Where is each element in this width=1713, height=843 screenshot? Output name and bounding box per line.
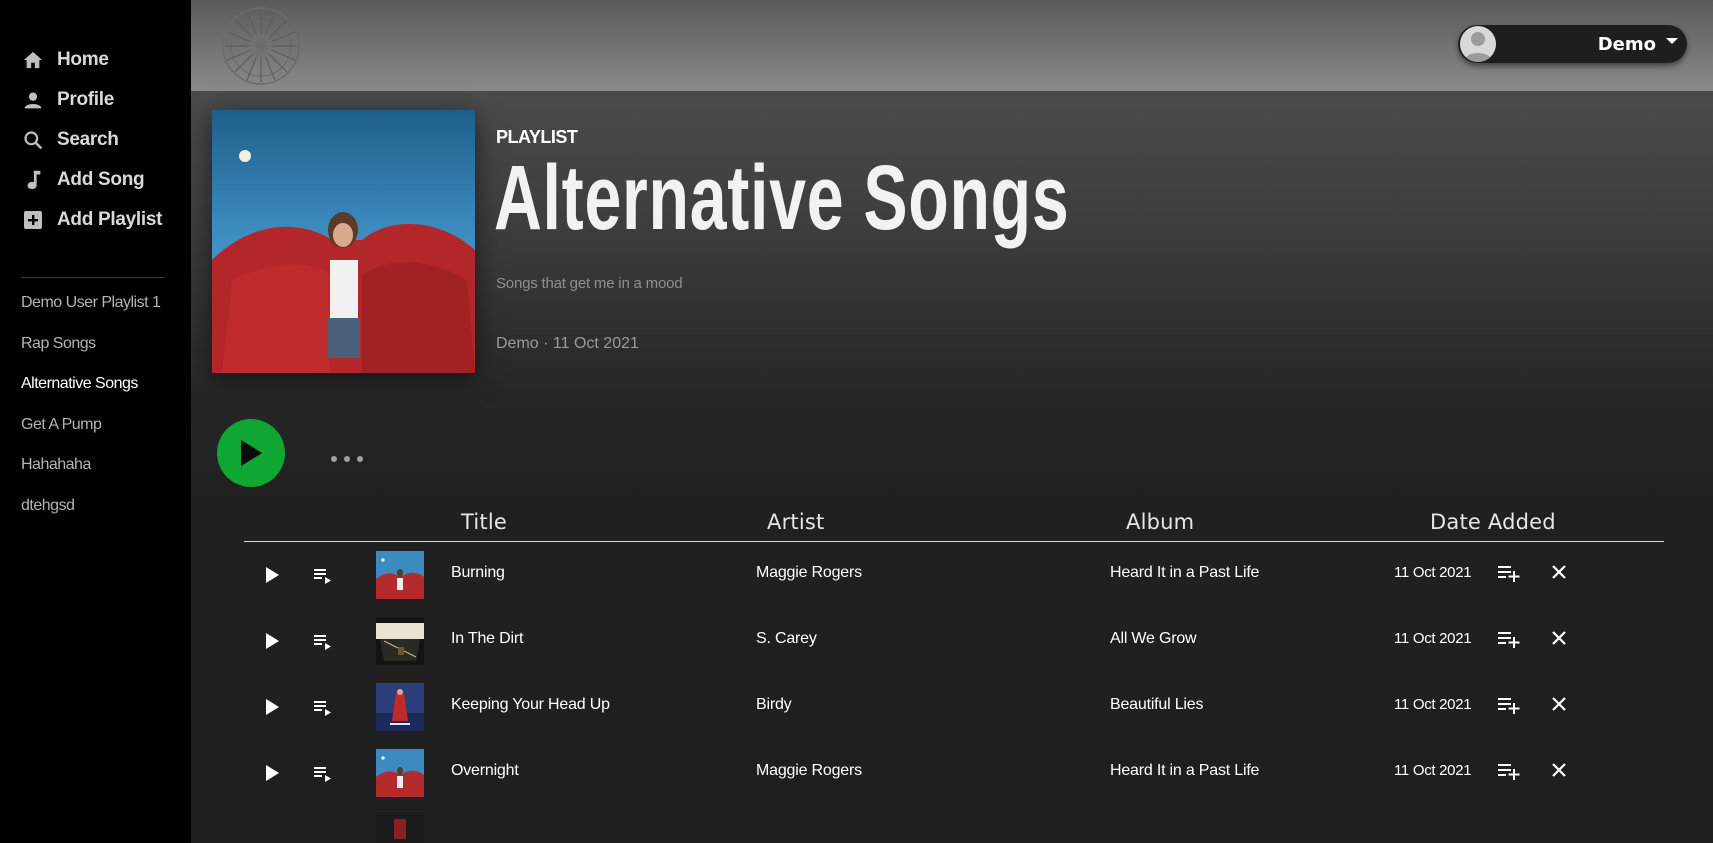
queue-play-icon[interactable] <box>312 763 332 783</box>
sidebar-playlists: Demo User Playlist 1 Rap Songs Alternati… <box>21 290 161 534</box>
avatar <box>1460 26 1496 62</box>
track-date-added: 11 Oct 2021 <box>1394 696 1472 713</box>
play-track-button[interactable] <box>263 762 281 784</box>
dot <box>357 456 363 462</box>
page-title: Alternative Songs <box>494 147 1070 249</box>
add-to-playlist-icon[interactable] <box>1497 628 1521 650</box>
user-name: Demo <box>1597 34 1656 55</box>
nav-item-add-song[interactable]: Add Song <box>20 160 162 200</box>
nav-label: Search <box>57 129 119 150</box>
add-box-icon <box>20 207 46 233</box>
track-title[interactable]: Burning <box>451 564 505 582</box>
track-title[interactable]: Keeping Your Head Up <box>451 696 610 714</box>
table-row: Keeping Your Head Up Birdy Beautiful Lies 1… <box>244 675 1664 741</box>
dot <box>331 456 337 462</box>
track-album[interactable]: All We Grow <box>1110 630 1197 648</box>
play-icon <box>241 440 262 466</box>
track-artwork <box>376 551 424 599</box>
table-row: In The Dirt S. Carey All We Grow 11 Oct 202… <box>244 609 1664 675</box>
track-artwork <box>376 683 424 731</box>
column-header-album: Album <box>1126 510 1195 534</box>
add-to-playlist-icon[interactable] <box>1497 562 1521 584</box>
dot <box>344 456 350 462</box>
top-bar: Demo <box>191 0 1713 91</box>
person-icon <box>20 87 46 113</box>
column-header-date-added: Date Added <box>1430 510 1556 534</box>
sidebar-playlist-item[interactable]: dtehgsd <box>21 493 160 534</box>
table-header: Title Artist Album Date Added <box>244 510 1664 542</box>
playlist-type-label: PLAYLIST <box>496 127 578 147</box>
column-header-title: Title <box>461 510 508 534</box>
queue-play-icon[interactable] <box>312 697 332 717</box>
remove-track-icon[interactable] <box>1549 628 1569 648</box>
chevron-down-icon <box>1666 38 1678 44</box>
track-album[interactable]: Heard It in a Past Life <box>1110 762 1259 780</box>
track-album[interactable]: Heard It in a Past Life <box>1110 564 1259 582</box>
nav-item-profile[interactable]: Profile <box>20 80 162 120</box>
table-row: Burning Maggie Rogers Heard It in a Past L… <box>244 543 1664 609</box>
track-artist[interactable]: Birdy <box>756 696 792 714</box>
sidebar-playlist-item[interactable]: Hahahaha <box>21 452 160 493</box>
sidebar: Home Profile Search Add Song Add Playlis… <box>0 0 191 843</box>
add-to-playlist-icon[interactable] <box>1497 760 1521 782</box>
track-artwork <box>376 617 424 665</box>
main-content: Demo PLAYLIST Alternative Songs Songs th… <box>191 0 1713 843</box>
play-track-button[interactable] <box>263 630 281 652</box>
track-artist[interactable]: Maggie Rogers <box>756 762 862 780</box>
user-menu[interactable]: Demo <box>1458 25 1687 63</box>
nav-item-add-playlist[interactable]: Add Playlist <box>20 200 162 240</box>
nav-item-home[interactable]: Home <box>20 40 162 80</box>
sidebar-playlist-item-active[interactable]: Alternative Songs <box>21 371 160 412</box>
track-title[interactable]: Overnight <box>451 762 519 780</box>
track-date-added: 11 Oct 2021 <box>1394 630 1472 647</box>
column-header-artist: Artist <box>767 510 825 534</box>
sidebar-playlist-item[interactable]: Demo User Playlist 1 <box>21 290 161 331</box>
queue-play-icon[interactable] <box>312 631 332 651</box>
table-row: Overnight Maggie Rogers Heard It in a Past… <box>244 741 1664 807</box>
nav-label: Add Playlist <box>57 209 163 230</box>
track-date-added: 11 Oct 2021 <box>1394 564 1472 581</box>
track-artist[interactable]: Maggie Rogers <box>756 564 862 582</box>
track-album[interactable]: Beautiful Lies <box>1110 696 1203 714</box>
nav-label: Home <box>57 49 109 70</box>
home-icon <box>20 47 46 73</box>
nav-label: Add Song <box>57 169 145 190</box>
track-artist[interactable]: S. Carey <box>756 630 817 648</box>
remove-track-icon[interactable] <box>1549 760 1569 780</box>
playlist-cover <box>212 110 475 373</box>
music-note-icon <box>20 167 46 193</box>
add-to-playlist-icon[interactable] <box>1497 694 1521 716</box>
nav-item-search[interactable]: Search <box>20 120 162 160</box>
app-logo[interactable] <box>221 6 301 86</box>
nav-label: Profile <box>57 89 115 110</box>
sidebar-divider <box>21 277 164 278</box>
remove-track-icon[interactable] <box>1549 694 1569 714</box>
track-date-added: 11 Oct 2021 <box>1394 762 1472 779</box>
playlist-meta: Demo · 11 Oct 2021 <box>496 335 639 352</box>
table-row-partial <box>244 807 1664 843</box>
track-artwork <box>376 815 424 843</box>
track-title[interactable]: In The Dirt <box>451 630 523 648</box>
sidebar-nav: Home Profile Search Add Song Add Playlis… <box>20 40 162 240</box>
play-track-button[interactable] <box>263 696 281 718</box>
remove-track-icon[interactable] <box>1549 562 1569 582</box>
search-icon <box>20 127 46 153</box>
more-options-button[interactable] <box>331 449 371 469</box>
sidebar-playlist-item[interactable]: Rap Songs <box>21 331 160 372</box>
track-artwork <box>376 749 424 797</box>
app-root: Home Profile Search Add Song Add Playlis… <box>0 0 1713 843</box>
play-track-button[interactable] <box>263 564 281 586</box>
queue-play-icon[interactable] <box>312 565 332 585</box>
sidebar-playlist-item[interactable]: Get A Pump <box>21 412 160 453</box>
playlist-description: Songs that get me in a mood <box>496 275 683 292</box>
play-playlist-button[interactable] <box>217 419 285 487</box>
